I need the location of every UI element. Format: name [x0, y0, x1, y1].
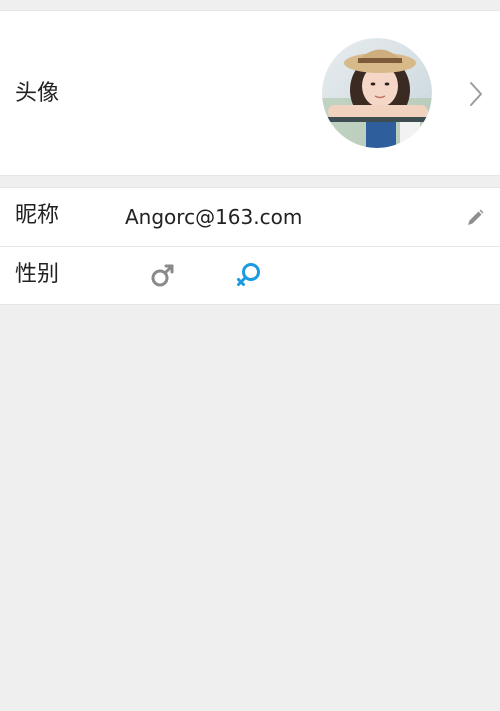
gender-label: 性别 — [15, 262, 60, 287]
nickname-row[interactable]: 昵称 Angorc@163.com — [0, 188, 500, 247]
profile-info-block: 昵称 Angorc@163.com 性别 — [0, 187, 500, 305]
nickname-label: 昵称 — [15, 203, 60, 228]
male-icon[interactable] — [150, 262, 176, 288]
chevron-right-icon[interactable] — [468, 81, 484, 107]
female-icon[interactable] — [235, 261, 263, 289]
gender-row: 性别 — [0, 247, 500, 305]
pencil-icon[interactable] — [465, 208, 485, 228]
avatar-image[interactable] — [322, 38, 432, 148]
nickname-value[interactable]: Angorc@163.com — [125, 206, 302, 228]
avatar-row[interactable]: 头像 — [0, 10, 500, 176]
avatar-label: 头像 — [15, 81, 60, 106]
